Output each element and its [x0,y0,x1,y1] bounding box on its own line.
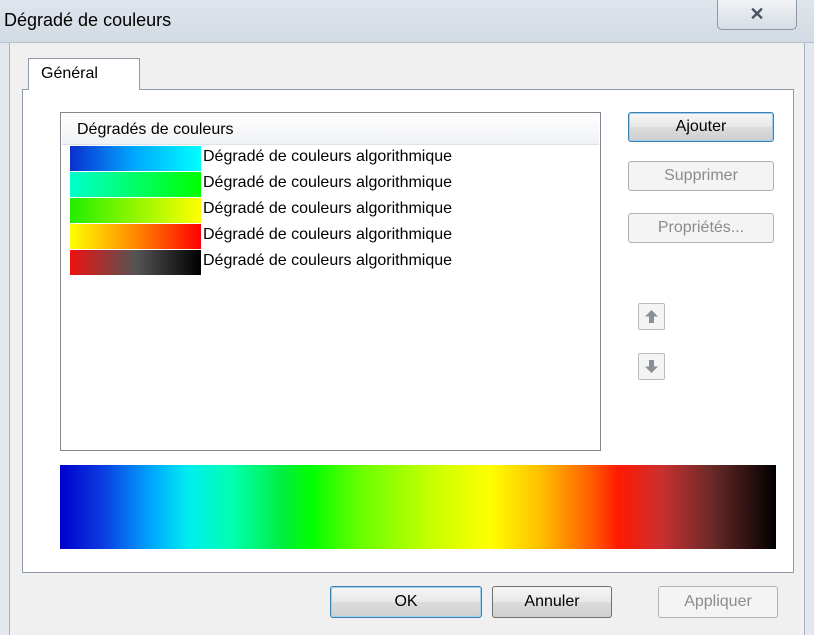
gradient-list-item[interactable]: Dégradé de couleurs algorithmique [70,224,590,250]
gradient-listbox[interactable]: Dégradés de couleurs Dégradé de couleurs… [60,112,601,451]
gradient-list-item[interactable]: Dégradé de couleurs algorithmique [70,172,590,198]
gradient-list-item[interactable]: Dégradé de couleurs algorithmique [70,146,590,172]
gradient-item-label: Dégradé de couleurs algorithmique [203,226,453,243]
close-button[interactable]: ✕ [717,0,797,30]
gradient-list-item[interactable]: Dégradé de couleurs algorithmique [70,198,590,224]
window-frame-left [0,43,10,635]
tab-general[interactable]: Général [28,58,140,90]
ok-button[interactable]: OK [330,586,482,618]
list-header[interactable]: Dégradés de couleurs [62,114,599,145]
gradient-swatch [70,172,201,197]
move-down-button[interactable] [638,353,665,380]
add-button-label: Ajouter [675,118,727,135]
cancel-button[interactable]: Annuler [492,586,612,618]
properties-button[interactable]: Propriétés... [628,213,774,243]
gradient-list-item[interactable]: Dégradé de couleurs algorithmique [70,250,590,276]
move-up-button[interactable] [638,303,665,330]
list-header-label: Dégradés de couleurs [77,121,234,138]
ok-button-label: OK [394,593,418,610]
cancel-button-label: Annuler [524,593,580,610]
properties-button-label: Propriétés... [657,219,745,236]
window-frame-right [804,43,814,635]
arrow-up-icon [645,310,658,323]
gradient-dialog: Dégradé de couleurs ✕ Général Dégradés d… [0,0,814,635]
gradient-preview [60,465,776,549]
gradient-swatch [70,250,201,275]
arrow-down-icon [645,360,658,373]
window-title: Dégradé de couleurs [4,10,172,30]
close-icon: ✕ [749,4,765,24]
remove-button[interactable]: Supprimer [628,161,774,191]
add-button[interactable]: Ajouter [628,112,774,142]
remove-button-label: Supprimer [664,167,738,184]
gradient-item-label: Dégradé de couleurs algorithmique [203,148,453,165]
gradient-item-label: Dégradé de couleurs algorithmique [203,252,453,269]
tab-general-label: Général [41,65,98,82]
gradient-item-label: Dégradé de couleurs algorithmique [203,174,453,191]
gradient-item-label: Dégradé de couleurs algorithmique [203,200,453,217]
apply-button[interactable]: Appliquer [658,586,778,618]
gradient-swatch [70,224,201,249]
gradient-swatch [70,146,201,171]
title-bar: Dégradé de couleurs ✕ [0,0,814,43]
gradient-swatch [70,198,201,223]
apply-button-label: Appliquer [684,593,752,610]
